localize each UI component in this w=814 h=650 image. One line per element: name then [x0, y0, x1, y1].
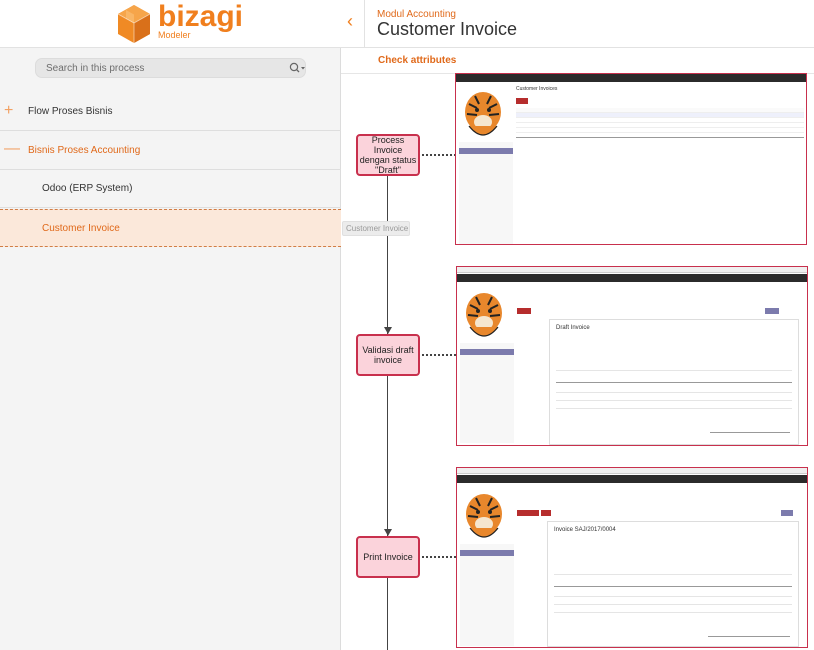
odoo-topbar — [457, 475, 807, 483]
association-line — [422, 354, 456, 356]
task-validasi-draft-invoice[interactable]: Validasi draft invoice — [356, 334, 420, 376]
tiger-logo-icon — [466, 293, 502, 337]
screenshot-customer-invoices[interactable]: Customer Invoices — [455, 73, 807, 245]
flow-arrow-icon — [384, 327, 392, 334]
association-line — [422, 556, 456, 558]
back-button[interactable]: ‹ — [341, 0, 365, 48]
expand-icon[interactable]: + — [4, 102, 13, 120]
shot-title: Draft Invoice — [556, 325, 590, 331]
browser-bar — [457, 468, 807, 474]
tree-item-flow-proses-bisnis[interactable]: + Flow Proses Bisnis — [0, 93, 341, 131]
task-print-invoice[interactable]: Print Invoice — [356, 536, 420, 578]
validate-button — [517, 308, 531, 314]
task-process-invoice-draft[interactable]: Process Invoice dengan status "Draft" — [356, 134, 420, 176]
odoo-topbar — [456, 74, 806, 82]
status-open — [781, 510, 793, 516]
tiger-logo-icon — [466, 494, 502, 538]
screenshot-draft-invoice[interactable]: Draft Invoice — [456, 266, 808, 446]
screenshot-invoice-saj[interactable]: Invoice SAJ/2017/0004 — [456, 467, 808, 648]
shot-title: Customer Invoices — [516, 86, 558, 92]
odoo-sidebar — [460, 343, 514, 443]
invoice-document: Draft Invoice — [549, 319, 799, 445]
app-window: bizagi Modeler + Flow Proses Bisnis — Bi… — [0, 0, 814, 650]
collapse-icon[interactable]: — — [4, 140, 20, 158]
page-title: Customer Invoice — [377, 19, 518, 39]
tiger-logo-icon — [465, 92, 501, 136]
page-header: ‹ Modul Accounting Customer Invoice — [341, 0, 814, 48]
search-input[interactable] — [36, 59, 276, 77]
sidebar: bizagi Modeler + Flow Proses Bisnis — Bi… — [0, 0, 341, 650]
tree-item-label: Customer Invoice — [42, 223, 120, 234]
tab-check-attributes[interactable]: Check attributes — [378, 55, 456, 66]
print-button — [541, 510, 551, 516]
status-draft — [765, 308, 779, 314]
tree-item-bisnis-proses-accounting[interactable]: — Bisnis Proses Accounting — [0, 132, 341, 170]
chevron-left-icon[interactable]: ‹ — [347, 11, 353, 32]
flow-arrow-icon — [384, 529, 392, 536]
invoice-table — [516, 108, 804, 138]
tooltip: Customer Invoice — [342, 221, 410, 236]
bizagi-cube-icon — [117, 5, 151, 43]
association-line — [422, 154, 456, 156]
invoice-document: Invoice SAJ/2017/0004 — [547, 521, 799, 647]
shot-title: Invoice SAJ/2017/0004 — [554, 527, 616, 533]
logo-subtitle: Modeler — [158, 30, 191, 40]
create-button — [516, 98, 528, 104]
odoo-topbar — [457, 274, 807, 282]
search-box — [35, 58, 306, 78]
tree-item-label: Odoo (ERP System) — [42, 183, 133, 194]
logo-wordmark: bizagi — [158, 0, 244, 33]
tree-item-label: Flow Proses Bisnis — [28, 106, 113, 117]
odoo-sidebar — [460, 544, 514, 646]
search-icon[interactable] — [289, 62, 305, 74]
tree-item-label: Bisnis Proses Accounting — [28, 145, 141, 156]
logo-bar: bizagi Modeler — [0, 0, 341, 48]
tab-bar: Check attributes — [341, 48, 814, 74]
sequence-flow-line — [387, 172, 388, 650]
odoo-sidebar — [459, 142, 513, 244]
tree-item-odoo-erp-system[interactable]: Odoo (ERP System) — [0, 170, 341, 208]
browser-bar — [457, 267, 807, 273]
send-by-email-button — [517, 510, 539, 516]
tree-item-customer-invoice[interactable]: Customer Invoice — [0, 209, 341, 247]
